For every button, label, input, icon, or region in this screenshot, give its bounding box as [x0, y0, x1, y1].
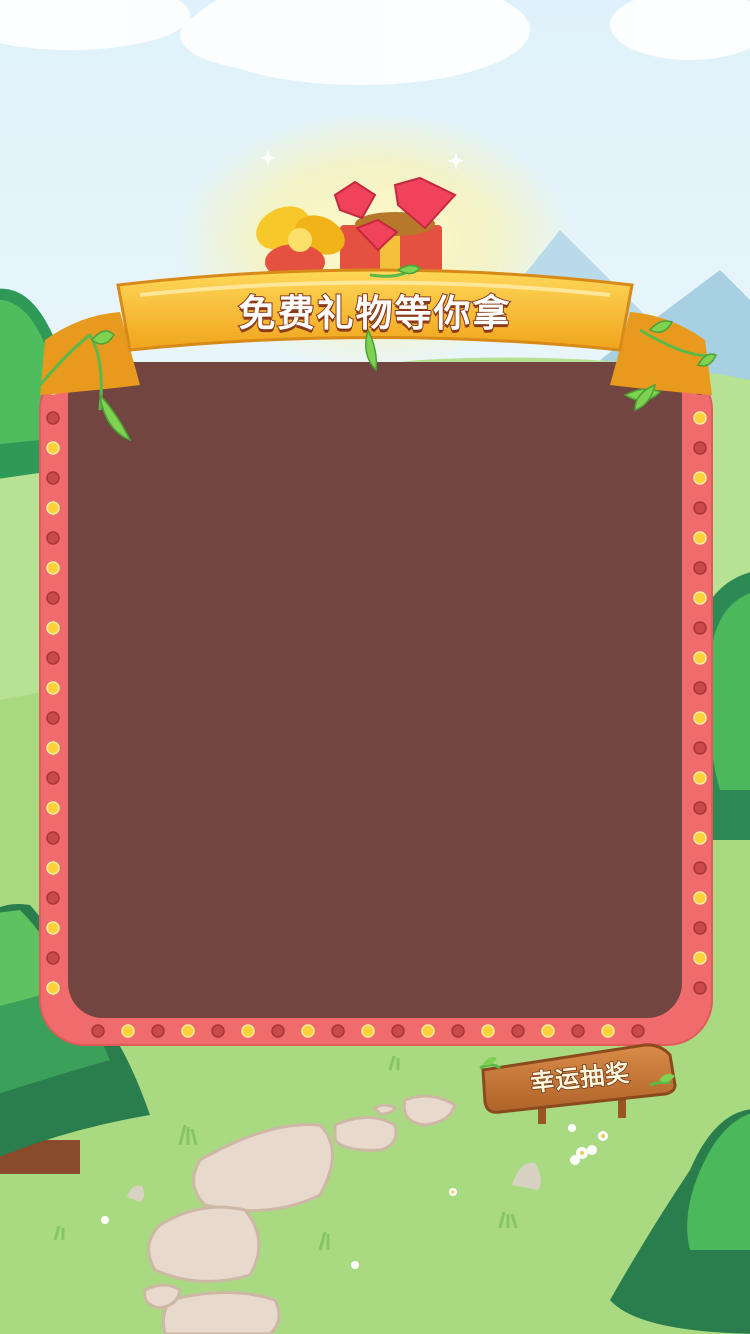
bulb-light	[46, 411, 60, 425]
bulb-light	[361, 1024, 375, 1038]
bulb-light	[693, 471, 707, 485]
bulb-light	[151, 1024, 165, 1038]
bulb-light	[331, 1024, 345, 1038]
bulb-light	[46, 861, 60, 875]
bulb-light	[693, 441, 707, 455]
bulb-light	[46, 681, 60, 695]
bulb-light	[693, 891, 707, 905]
bulb-light	[693, 501, 707, 515]
bulb-light	[693, 861, 707, 875]
bulb-light	[421, 1024, 435, 1038]
bulb-light	[693, 921, 707, 935]
bulb-light	[693, 771, 707, 785]
bulb-light	[46, 801, 60, 815]
bulb-light	[693, 411, 707, 425]
bulb-light	[46, 891, 60, 905]
bulb-light	[46, 651, 60, 665]
bulb-light	[271, 1024, 285, 1038]
board-panel	[68, 362, 682, 1018]
bulb-light	[46, 831, 60, 845]
bulb-light	[46, 441, 60, 455]
background-art	[0, 0, 750, 1334]
bulb-light	[181, 1024, 195, 1038]
bulb-light	[46, 471, 60, 485]
bulb-light	[46, 951, 60, 965]
bulb-light	[46, 921, 60, 935]
bulb-light	[46, 981, 60, 995]
bulb-light	[693, 651, 707, 665]
bulb-light	[693, 711, 707, 725]
bulb-light	[693, 531, 707, 545]
bulb-light	[693, 981, 707, 995]
bulb-light	[241, 1024, 255, 1038]
bulb-light	[46, 531, 60, 545]
bulb-light	[46, 501, 60, 515]
bulb-light	[693, 801, 707, 815]
bulb-light	[46, 591, 60, 605]
bulb-light	[693, 831, 707, 845]
bulb-light	[46, 741, 60, 755]
bulb-light	[693, 621, 707, 635]
banner-title: 免费礼物等你拿	[238, 291, 512, 336]
bulb-light	[91, 1024, 105, 1038]
bulb-light	[693, 951, 707, 965]
bulb-light	[693, 591, 707, 605]
bulb-light	[693, 681, 707, 695]
bulb-light	[693, 741, 707, 755]
cloud	[0, 0, 750, 85]
bulb-light	[46, 711, 60, 725]
bulb-light	[46, 561, 60, 575]
game-scene: 免费礼物等你拿 幸运抽奖	[0, 0, 750, 1334]
lucky-draw-sign[interactable]: 幸运抽奖	[475, 1030, 685, 1130]
bulb-light	[121, 1024, 135, 1038]
bulb-light	[301, 1024, 315, 1038]
bulb-light	[46, 771, 60, 785]
bulb-light	[46, 621, 60, 635]
bulb-light	[391, 1024, 405, 1038]
bulb-light	[211, 1024, 225, 1038]
bulb-light	[693, 561, 707, 575]
bulb-light	[451, 1024, 465, 1038]
